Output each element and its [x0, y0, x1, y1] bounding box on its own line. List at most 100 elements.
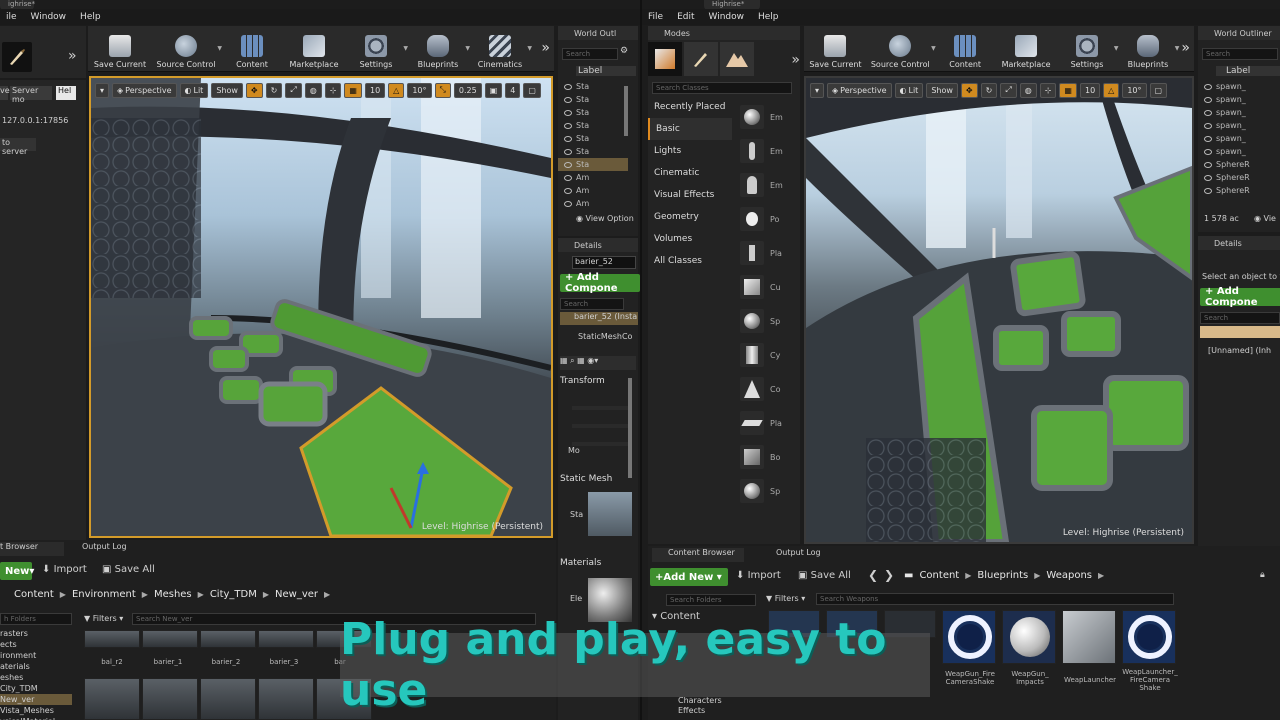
- list-item[interactable]: Sta: [558, 93, 628, 106]
- outliner-search-input[interactable]: Search: [562, 48, 618, 60]
- grid-snap-icon[interactable]: ▦: [344, 82, 362, 98]
- visibility-eye-icon[interactable]: [564, 200, 572, 207]
- list-item[interactable]: Sta: [558, 106, 628, 119]
- static-mesh-section[interactable]: Static Mesh: [560, 474, 612, 484]
- grid-snap-value[interactable]: 10: [1079, 82, 1101, 98]
- expand-chevron-icon[interactable]: »: [68, 48, 77, 64]
- camera-speed-value[interactable]: 4: [505, 82, 521, 98]
- breadcrumb-item[interactable]: New_ver: [275, 589, 318, 600]
- output-log-tab[interactable]: Output Log: [760, 548, 860, 562]
- asset-tile[interactable]: [84, 630, 140, 648]
- breadcrumb-item[interactable]: Content: [14, 589, 54, 600]
- outliner-scrollbar[interactable]: [624, 86, 628, 136]
- breadcrumb-item[interactable]: City_TDM: [210, 589, 257, 600]
- history-back-icon[interactable]: ❮: [868, 568, 878, 582]
- instance-row[interactable]: barier_52 (Insta: [560, 312, 638, 325]
- class-search-input[interactable]: Search Classes: [652, 82, 792, 94]
- materials-section[interactable]: Materials: [560, 558, 601, 568]
- menu-file[interactable]: ile: [6, 12, 17, 22]
- menu-window[interactable]: Window: [709, 12, 745, 22]
- server-mode-button[interactable]: Server mo: [10, 86, 52, 104]
- content-button[interactable]: Content: [938, 27, 993, 69]
- list-item[interactable]: Cu: [736, 270, 800, 304]
- camera-speed-icon[interactable]: ▣: [484, 82, 503, 98]
- settings-button[interactable]: Settings ▼: [348, 27, 408, 69]
- folder-search-input[interactable]: h Folders: [0, 613, 72, 625]
- list-item[interactable]: SphereR: [1198, 184, 1280, 197]
- category-volumes[interactable]: Volumes: [648, 228, 732, 250]
- import-button[interactable]: ⬇ Import: [736, 570, 781, 581]
- dropdown-arrow-icon[interactable]: ▼: [403, 45, 408, 52]
- folder-item[interactable]: Vista_Meshes: [0, 705, 72, 716]
- folder-item[interactable]: ects: [0, 639, 72, 650]
- paint-mode-icon[interactable]: [684, 42, 718, 76]
- visibility-eye-icon[interactable]: [564, 83, 572, 90]
- breadcrumb-item[interactable]: Environment: [72, 589, 136, 600]
- dropdown-arrow-icon[interactable]: ▼: [465, 45, 470, 52]
- category-cinematic[interactable]: Cinematic: [648, 162, 732, 184]
- outliner-search-input[interactable]: Search: [1202, 48, 1278, 60]
- asset-tile[interactable]: [142, 678, 198, 720]
- list-item[interactable]: SphereR: [1198, 158, 1280, 171]
- asset-tile[interactable]: [200, 678, 256, 720]
- connect-server-button[interactable]: to server: [0, 138, 36, 156]
- list-item[interactable]: Am: [558, 184, 628, 197]
- list-item[interactable]: Em: [736, 100, 800, 134]
- list-item[interactable]: SphereR: [1198, 171, 1280, 184]
- grid-snap-icon[interactable]: ▦: [1059, 82, 1077, 98]
- folder-item[interactable]: rasters: [0, 628, 72, 639]
- landscape-mode-icon[interactable]: [720, 42, 754, 76]
- asset-tile[interactable]: [142, 630, 198, 648]
- details-scrollbar[interactable]: [628, 378, 632, 478]
- dropdown-arrow-icon[interactable]: ▼: [217, 45, 222, 52]
- view-options-button[interactable]: ◉ View Option: [576, 214, 634, 223]
- list-item[interactable]: Em: [736, 134, 800, 168]
- menu-edit[interactable]: Edit: [677, 12, 694, 22]
- cinematics-button[interactable]: Cinematics ▼: [472, 27, 532, 69]
- list-item-selected[interactable]: Sta: [558, 158, 628, 171]
- import-button[interactable]: ⬇ Import: [42, 564, 87, 575]
- show-button[interactable]: Show: [926, 82, 958, 98]
- list-item[interactable]: Sta: [558, 145, 628, 158]
- list-item[interactable]: Sp: [736, 474, 800, 508]
- maximize-viewport-icon[interactable]: ▢: [523, 82, 541, 98]
- rotation-snap-value[interactable]: 10°: [1122, 82, 1147, 98]
- world-space-icon[interactable]: ◍: [304, 82, 322, 98]
- visibility-eye-icon[interactable]: [1204, 109, 1212, 116]
- world-space-icon[interactable]: ◍: [1019, 82, 1037, 98]
- blueprints-button[interactable]: Blueprints ▼: [1120, 27, 1179, 69]
- static-mesh-thumbnail[interactable]: [588, 492, 632, 536]
- list-item[interactable]: spawn_: [1198, 93, 1280, 106]
- list-item[interactable]: Sta: [558, 119, 628, 132]
- list-item[interactable]: Po: [736, 202, 800, 236]
- visibility-eye-icon[interactable]: [564, 148, 572, 155]
- marketplace-button[interactable]: Marketplace: [286, 27, 342, 69]
- asset-search-input[interactable]: Search Weapons: [816, 593, 1174, 605]
- visibility-eye-icon[interactable]: [1204, 174, 1212, 181]
- scale-snap-icon[interactable]: ⤡: [434, 82, 451, 98]
- breadcrumb-item[interactable]: Blueprints: [977, 570, 1028, 581]
- visibility-eye-icon[interactable]: [1204, 135, 1212, 142]
- save-current-button[interactable]: Save Current: [808, 27, 863, 69]
- surface-snap-icon[interactable]: ⊹: [324, 82, 342, 98]
- content-button[interactable]: Content: [224, 27, 280, 69]
- visibility-eye-icon[interactable]: [564, 109, 572, 116]
- list-item[interactable]: Sta: [558, 132, 628, 145]
- breadcrumb-item[interactable]: Content: [919, 570, 959, 581]
- translate-tool-icon[interactable]: ✥: [960, 82, 978, 98]
- breadcrumb-item[interactable]: Meshes: [154, 589, 192, 600]
- visibility-eye-icon[interactable]: [564, 187, 572, 194]
- source-control-button[interactable]: Source Control ▼: [154, 27, 222, 69]
- play-mode-button[interactable]: ver: [0, 86, 13, 100]
- asset-tile[interactable]: [942, 610, 996, 664]
- list-item[interactable]: Pla: [736, 406, 800, 440]
- menu-help[interactable]: Help: [80, 12, 101, 22]
- rotation-snap-value[interactable]: 10°: [407, 82, 432, 98]
- add-component-button[interactable]: + Add Compone: [560, 272, 640, 294]
- asset-tile[interactable]: [258, 630, 314, 648]
- lock-icon[interactable]: 🔒︎: [1260, 570, 1265, 580]
- help-button[interactable]: Hel: [56, 86, 76, 100]
- category-recently-placed[interactable]: Recently Placed: [648, 96, 732, 118]
- server-ip-field[interactable]: 127.0.0.1:17856: [0, 116, 80, 128]
- menu-window[interactable]: Window: [31, 12, 67, 22]
